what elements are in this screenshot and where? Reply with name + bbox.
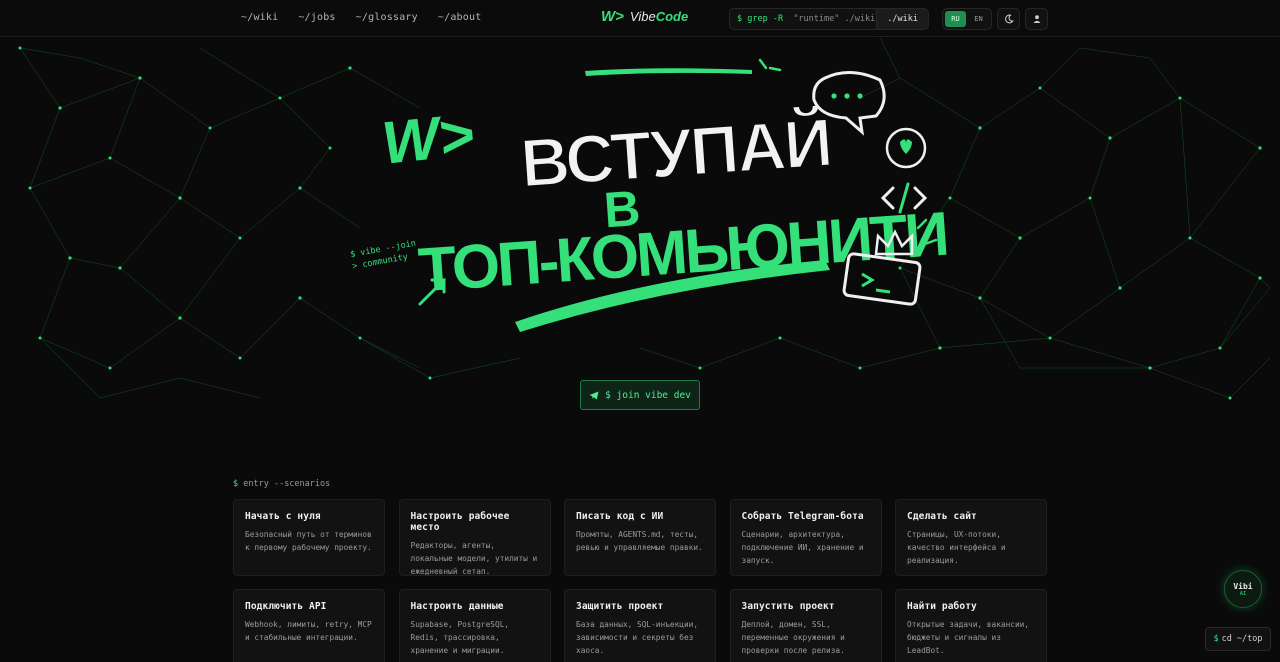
search-input[interactable]: $ grep -R "runtime" ./wiki [730, 14, 876, 24]
nav-about[interactable]: ~/about [438, 12, 482, 23]
card-description: Открытые задачи, вакансии, бюджеты и сиг… [907, 620, 1030, 655]
heart-bubble-icon [885, 127, 927, 169]
card-title: Писать код с ИИ [576, 511, 664, 522]
card-title: Начать с нуля [245, 511, 321, 522]
nav-wiki[interactable]: ~/wiki [241, 12, 278, 23]
card-title: Запустить проект [741, 601, 835, 612]
nav-jobs[interactable]: ~/jobs [298, 12, 335, 23]
search-scope-button[interactable]: ./wiki [876, 9, 928, 29]
nav-glossary[interactable]: ~/glossary [356, 12, 418, 23]
telegram-icon [589, 391, 599, 399]
hero-title-line1: ВСТУПАЙ [518, 103, 833, 201]
assistant-name: Vibi [1233, 581, 1253, 591]
main-nav: ~/wiki ~/jobs ~/glossary ~/about [241, 12, 481, 23]
card-description: Промпты, AGENTS.md, тесты, ревью и управ… [576, 530, 703, 552]
scenarios-prompt: $ entry --scenarios [233, 479, 331, 489]
join-community-button[interactable]: $ join vibe dev [580, 380, 700, 410]
scenarios-grid: Начать с нуля Безопасный путь от терминов… [233, 499, 1047, 662]
card-title: Собрать Telegram-бота [741, 511, 864, 522]
card-description: Страницы, UX-потоки, качество интерфейса… [907, 530, 1006, 565]
scenario-card[interactable]: Запустить проект Деплой, домен, SSL, пере… [729, 589, 882, 662]
search-command: $ grep -R [737, 14, 784, 24]
theme-toggle-button[interactable] [997, 8, 1020, 30]
card-title: Сделать сайт [907, 511, 977, 522]
join-button-label: $ join vibe dev [605, 389, 691, 401]
svg-text:W>: W> [379, 101, 477, 177]
graffiti-w-badge: W> [379, 101, 477, 177]
language-toggle: RU EN [942, 8, 992, 30]
card-description: База данных, SQL-инъекции, зависимости и… [576, 620, 699, 655]
card-description: Webhook, лимиты, retry, MCP и стабильные… [245, 620, 372, 642]
card-description: Деплой, домен, SSL, переменные окружения… [741, 620, 845, 655]
lang-ru-button[interactable]: RU [945, 11, 966, 27]
card-description: Редакторы, агенты, локальные модели, ути… [410, 541, 538, 576]
profile-button[interactable] [1025, 8, 1048, 30]
scenario-card[interactable]: Защитить проект База данных, SQL-инъекции… [564, 589, 716, 662]
card-title: Подключить API [245, 601, 327, 612]
scenario-card[interactable]: Писать код с ИИ Промпты, AGENTS.md, тесты… [564, 499, 716, 576]
search-query: "runtime" ./wiki [793, 14, 876, 24]
user-icon [1033, 15, 1040, 23]
logo-text: VibeCode [629, 9, 689, 24]
card-description: Безопасный путь от терминов к первому ра… [245, 530, 372, 552]
card-title: Настроить данные [410, 601, 504, 612]
scenario-card[interactable]: Найти работу Открытые задачи, вакансии, б… [895, 589, 1047, 662]
card-description: Сценарии, архитектура, подключение ИИ, х… [741, 530, 864, 565]
scenario-card[interactable]: Собрать Telegram-бота Сценарии, архитекту… [729, 499, 882, 576]
network-background: W> ВСТУПАЙ В ТОП-КОМЬЮНИТИ $ vibe --join… [18, 38, 1271, 400]
search-box[interactable]: $ grep -R "runtime" ./wiki ./wiki [729, 8, 929, 30]
lang-en-button[interactable]: EN [968, 11, 989, 27]
site-logo[interactable]: W> VibeCode [601, 8, 688, 25]
scenario-card[interactable]: Подключить API Webhook, лимиты, retry, MC… [233, 589, 385, 662]
scenario-card[interactable]: Начать с нуля Безопасный путь от терминов… [233, 499, 385, 576]
assistant-tag: AI [1239, 590, 1247, 597]
scroll-top-button[interactable]: $ cd ~/top [1205, 627, 1271, 651]
logo-mark: W> [601, 8, 624, 25]
card-description: Supabase, PostgreSQL, Redis, трассировка… [410, 620, 510, 655]
top-brush-stroke [585, 68, 752, 76]
card-title: Настроить рабочее место [410, 511, 510, 533]
scenario-card[interactable]: Настроить рабочее место Редакторы, агенты… [398, 499, 551, 576]
card-title: Защитить проект [576, 601, 664, 612]
ai-assistant-button[interactable]: Vibi AI [1224, 570, 1262, 608]
card-title: Найти работу [907, 601, 977, 612]
scenario-card[interactable]: Настроить данные Supabase, PostgreSQL, Re… [398, 589, 551, 662]
scenario-card[interactable]: Сделать сайт Страницы, UX-потоки, качеств… [895, 499, 1047, 576]
hero-section: W> ВСТУПАЙ В ТОП-КОМЬЮНИТИ $ vibe --join… [0, 38, 1280, 438]
moon-icon [1004, 14, 1014, 24]
terminal-sticker: $ vibe --join > community [349, 239, 416, 272]
top-header: ~/wiki ~/jobs ~/glossary ~/about W> Vibe… [0, 0, 1280, 37]
